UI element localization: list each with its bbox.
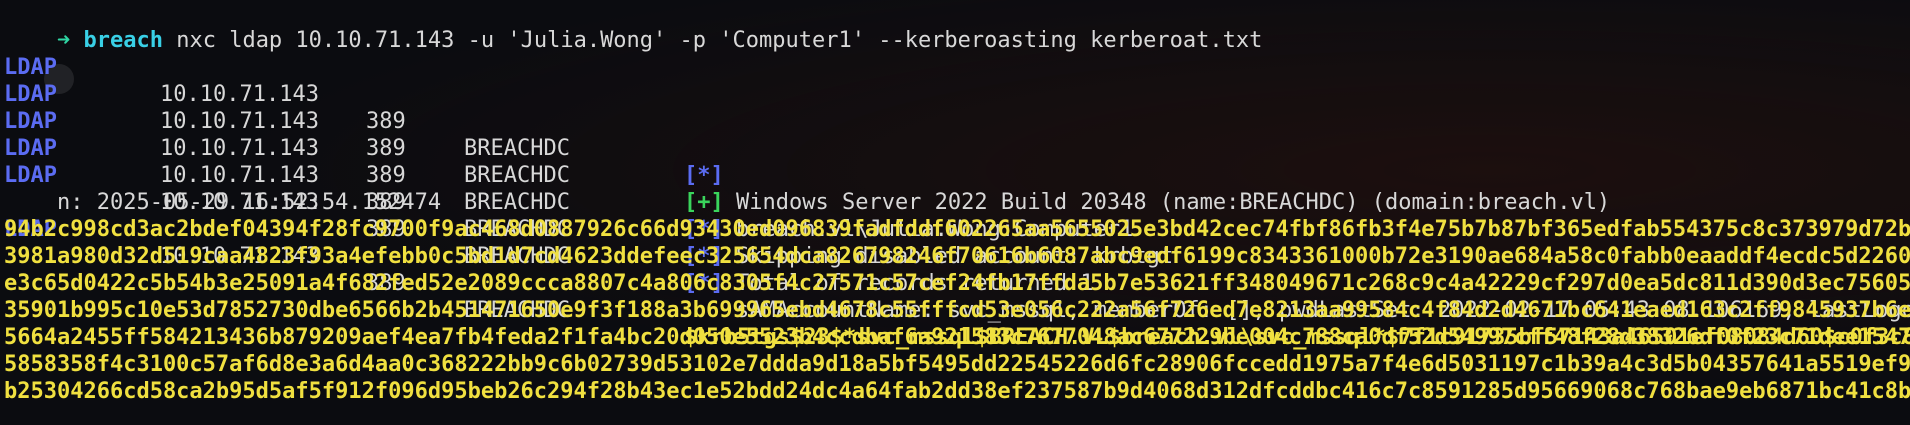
hash-line: 3981a980d32d519caa4823f93a4efebb0c5bd1d7… <box>4 243 1910 270</box>
kerberos-hash-text: 3981a980d32d519caa4823f93a4efebb0c5bd1d7… <box>4 244 1910 269</box>
prompt-line: ➜ breach nxc ldap 10.10.71.143 -u 'Julia… <box>4 0 1910 53</box>
output-row: LDAP 10.10.71.143 389 BREACHDC [*] sAMAc… <box>4 135 1910 323</box>
hash-line: 94b2c998cd3ac2bdef04394f28fc9700f9ac468d… <box>4 216 1910 243</box>
kerberos-hash-text: e3c65d0422c5b54b3e25091a4f682fed52e2089c… <box>4 271 1910 296</box>
kerberos-hash-text: 5858358f4c3100c57af6d8e3a6d4aa0c368222bb… <box>4 352 1910 377</box>
terminal-window[interactable]: ➜ breach nxc ldap 10.10.71.143 -u 'Julia… <box>0 0 1910 425</box>
output-row: LDAP 10.10.71.143 389 BREACHDC [*] Skipp… <box>4 81 1910 269</box>
hash-line: 5858358f4c3100c57af6d8e3a6d4aa0c368222bb… <box>4 351 1910 378</box>
hash-line: e3c65d0422c5b54b3e25091a4f682fed52e2089c… <box>4 270 1910 297</box>
wrapped-line: n: 2025-05-29 16:52:54.152474 <box>4 162 1910 215</box>
kerberos-hash-text: 35901b995c10e53d7852730dbe6566b2b4514716… <box>4 298 1910 323</box>
kerberos-hash-text: 94b2c998cd3ac2bdef04394f28fc9700f9ac468d… <box>4 217 1910 242</box>
hash-row: LDAP 10.10.71.143 389 BREACHDC $krb5tgs$… <box>4 189 1910 350</box>
kerberos-hash-text: 5664a2455ff584213436b879209aef4ea7fb4fed… <box>4 325 1910 350</box>
hash-line: 5664a2455ff584213436b879209aef4ea7fb4fed… <box>4 324 1910 351</box>
kerberos-hash-text: b25304266cd58ca2b95d5af5f912f096d95beb26… <box>4 379 1910 404</box>
hash-line: 35901b995c10e53d7852730dbe6566b2b4514716… <box>4 297 1910 324</box>
output-row: LDAP 10.10.71.143 389 BREACHDC [*] Windo… <box>4 27 1910 215</box>
output-row: LDAP 10.10.71.143 389 BREACHDC [+] breac… <box>4 54 1910 242</box>
output-row: LDAP 10.10.71.143 389 BREACHDC [*] Total… <box>4 108 1910 296</box>
hash-line: b25304266cd58ca2b95d5af5f912f096d95beb26… <box>4 378 1910 405</box>
